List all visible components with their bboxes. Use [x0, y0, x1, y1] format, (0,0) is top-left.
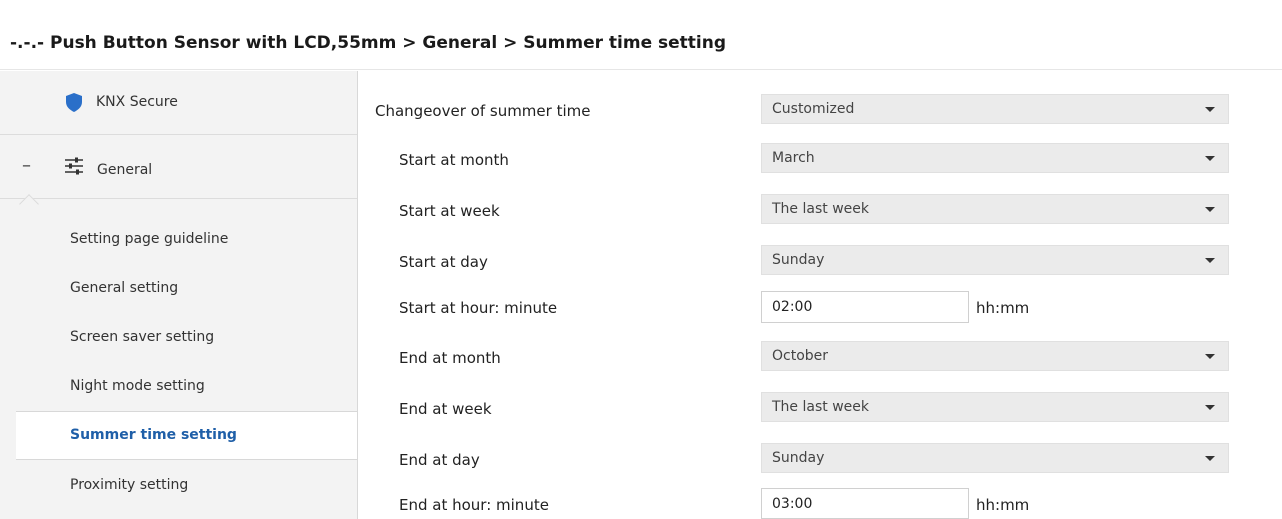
param-changeover-summer-time: Changeover of summer time Customized — [358, 85, 1282, 135]
unit-label: hh:mm — [976, 496, 1030, 514]
param-label: Start at month — [399, 151, 509, 169]
input-value: 02:00 — [772, 299, 813, 315]
title-bar: -.-.- Push Button Sensor with LCD,55mm >… — [0, 0, 1282, 70]
collapse-icon[interactable]: – — [22, 155, 31, 176]
chevron-down-icon — [1205, 156, 1215, 161]
param-end-month: End at month October — [358, 332, 1282, 382]
changeover-dropdown[interactable]: Customized — [761, 94, 1229, 124]
chevron-down-icon — [1205, 207, 1215, 212]
input-value: 03:00 — [772, 496, 813, 512]
unit-label: hh:mm — [976, 299, 1030, 317]
param-start-day: Start at day Sunday — [358, 236, 1282, 286]
sidebar: KNX Secure – General Setting page guidel… — [0, 71, 357, 519]
param-label: End at week — [399, 400, 492, 418]
sidebar-item-night-mode-setting[interactable]: Night mode setting — [0, 363, 357, 412]
chevron-down-icon — [1205, 456, 1215, 461]
dropdown-value: The last week — [772, 399, 869, 415]
param-label: End at month — [399, 349, 501, 367]
chevron-down-icon — [1205, 354, 1215, 359]
sidebar-item-knx-secure[interactable]: KNX Secure — [0, 71, 357, 135]
chevron-down-icon — [1205, 258, 1215, 263]
dropdown-value: Sunday — [772, 252, 825, 268]
sliders-icon — [65, 157, 83, 175]
shield-icon — [66, 93, 82, 112]
sidebar-item-summer-time-setting[interactable]: Summer time setting — [16, 411, 357, 460]
param-label: Start at week — [399, 202, 500, 220]
param-label: End at hour: minute — [399, 496, 549, 514]
sidebar-item-proximity-setting[interactable]: Proximity setting — [0, 462, 357, 511]
sidebar-item-setting-page-guideline[interactable]: Setting page guideline — [0, 216, 357, 265]
param-start-month: Start at month March — [358, 134, 1282, 184]
param-end-hour-minute: End at hour: minute 03:00 hh:mm — [358, 479, 1282, 519]
end-week-dropdown[interactable]: The last week — [761, 392, 1229, 422]
chevron-down-icon — [1205, 107, 1215, 112]
dropdown-value: Customized — [772, 101, 855, 117]
chevron-down-icon — [1205, 405, 1215, 410]
param-label: Start at day — [399, 253, 488, 271]
sidebar-item-label: Night mode setting — [70, 378, 205, 394]
param-end-week: End at week The last week — [358, 383, 1282, 433]
dropdown-value: Sunday — [772, 450, 825, 466]
breadcrumb: -.-.- Push Button Sensor with LCD,55mm >… — [10, 33, 727, 53]
end-time-input[interactable]: 03:00 — [761, 488, 969, 519]
start-month-dropdown[interactable]: March — [761, 143, 1229, 173]
sidebar-item-label: General setting — [70, 280, 179, 296]
sidebar-item-label: Setting page guideline — [70, 231, 229, 247]
start-time-input[interactable]: 02:00 — [761, 291, 969, 323]
dropdown-value: October — [772, 348, 829, 364]
param-label: Changeover of summer time — [375, 102, 591, 120]
param-label: Start at hour: minute — [399, 299, 558, 317]
param-start-week: Start at week The last week — [358, 185, 1282, 235]
param-start-hour-minute: Start at hour: minute 02:00 hh:mm — [358, 282, 1282, 332]
sidebar-item-label: Screen saver setting — [70, 329, 215, 345]
end-day-dropdown[interactable]: Sunday — [761, 443, 1229, 473]
sidebar-item-screen-saver-setting[interactable]: Screen saver setting — [0, 314, 357, 363]
start-week-dropdown[interactable]: The last week — [761, 194, 1229, 224]
sidebar-item-label: Summer time setting — [70, 427, 237, 443]
param-label: End at day — [399, 451, 480, 469]
sidebar-item-label: KNX Secure — [96, 94, 178, 110]
sidebar-item-general[interactable]: – General — [0, 135, 357, 199]
dropdown-value: The last week — [772, 201, 869, 217]
param-end-day: End at day Sunday — [358, 434, 1282, 484]
sidebar-item-label: Proximity setting — [70, 477, 189, 493]
sidebar-item-general-setting[interactable]: General setting — [0, 265, 357, 314]
start-day-dropdown[interactable]: Sunday — [761, 245, 1229, 275]
end-month-dropdown[interactable]: October — [761, 341, 1229, 371]
sidebar-item-label: General — [97, 162, 153, 178]
dropdown-value: March — [772, 150, 815, 166]
